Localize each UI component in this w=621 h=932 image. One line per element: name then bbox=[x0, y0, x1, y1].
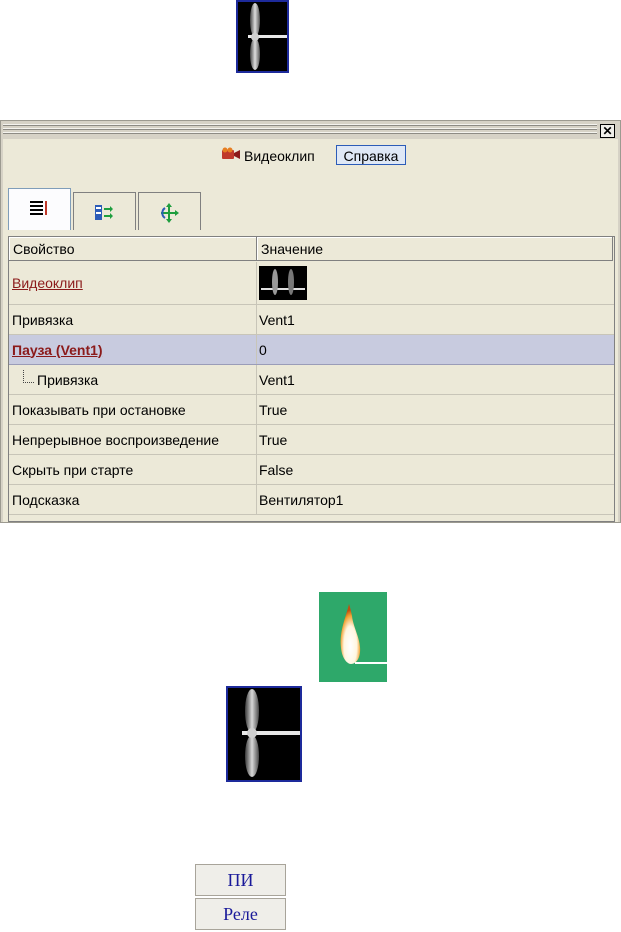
property-panel: ✕ Видеоклип Справка Свойство Значение Ви… bbox=[0, 120, 621, 523]
property-name: Подсказка bbox=[9, 485, 257, 514]
property-name: Скрыть при старте bbox=[9, 455, 257, 484]
table-row[interactable]: Видеоклип bbox=[9, 262, 614, 305]
table-row[interactable]: Показывать при остановке True bbox=[9, 395, 614, 425]
move-icon bbox=[161, 203, 179, 223]
video-camera-icon bbox=[221, 147, 241, 161]
property-value[interactable]: 0 bbox=[257, 335, 613, 364]
events-tab[interactable] bbox=[73, 192, 136, 230]
panel-body: Видеоклип Справка Свойство Значение Виде… bbox=[3, 139, 618, 522]
table-row[interactable]: Непрерывное воспроизведение True bbox=[9, 425, 614, 455]
fan-icon bbox=[242, 689, 300, 777]
column-header-property[interactable]: Свойство bbox=[9, 237, 257, 261]
relay-mode-button[interactable]: Реле bbox=[195, 898, 286, 930]
video-clip-preview bbox=[259, 266, 307, 300]
tree-connector bbox=[23, 370, 34, 383]
property-list-icon bbox=[30, 201, 47, 215]
fan-animation-thumbnail bbox=[236, 0, 289, 73]
table-row[interactable]: Пауза (Vent1) 0 bbox=[9, 335, 614, 365]
property-value[interactable] bbox=[257, 262, 613, 304]
table-row[interactable]: Подсказка Вентилятор1 bbox=[9, 485, 614, 515]
property-name: Непрерывное воспроизведение bbox=[9, 425, 257, 454]
pi-mode-button[interactable]: ПИ bbox=[195, 864, 286, 896]
panel-drag-handle[interactable] bbox=[3, 124, 597, 136]
close-button[interactable]: ✕ bbox=[600, 124, 615, 138]
property-name: Видеоклип bbox=[9, 262, 257, 304]
events-icon bbox=[95, 205, 113, 220]
property-value[interactable]: Vent1 bbox=[257, 365, 613, 394]
property-name: Привязка bbox=[9, 305, 257, 334]
property-value[interactable]: Vent1 bbox=[257, 305, 613, 334]
property-value[interactable]: False bbox=[257, 455, 613, 484]
property-name: Привязка bbox=[9, 365, 257, 394]
flame-animation bbox=[319, 592, 387, 682]
property-name: Пауза (Vent1) bbox=[9, 335, 257, 364]
panel-title: Видеоклип bbox=[244, 148, 315, 164]
property-name: Показывать при остановке bbox=[9, 395, 257, 424]
fan-icon bbox=[248, 3, 287, 70]
property-value[interactable]: True bbox=[257, 395, 613, 424]
table-row[interactable]: Привязка Vent1 bbox=[9, 305, 614, 335]
property-grid: Свойство Значение Видеоклип Привязка Ven… bbox=[8, 236, 615, 522]
table-row[interactable]: Привязка Vent1 bbox=[9, 365, 614, 395]
property-value[interactable]: Вентилятор1 bbox=[257, 485, 613, 514]
flame-icon bbox=[340, 604, 387, 664]
fan-animation bbox=[226, 686, 302, 782]
grid-header: Свойство Значение bbox=[9, 237, 614, 262]
table-row[interactable]: Скрыть при старте False bbox=[9, 455, 614, 485]
properties-tab[interactable] bbox=[8, 188, 71, 230]
property-value[interactable]: True bbox=[257, 425, 613, 454]
help-button[interactable]: Справка bbox=[336, 145, 406, 165]
column-header-value[interactable]: Значение bbox=[257, 237, 613, 261]
motion-tab[interactable] bbox=[138, 192, 201, 230]
